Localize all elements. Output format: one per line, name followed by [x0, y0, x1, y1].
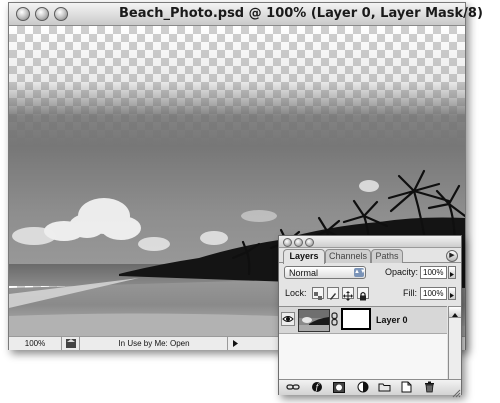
layers-palette: Layers Channels Paths ▶ Normal ▲▼ Opacit… [278, 235, 462, 398]
layer-row[interactable]: Layer 0 [279, 307, 447, 334]
palette-zoom-button[interactable] [305, 238, 314, 247]
minimize-button[interactable] [35, 7, 49, 21]
version-cue-home-icon[interactable] [63, 337, 80, 350]
opacity-label: Opacity: [385, 267, 419, 277]
lock-transparency-icon[interactable] [312, 287, 324, 300]
palette-close-button[interactable] [283, 238, 292, 247]
palette-minimize-button[interactable] [294, 238, 303, 247]
mask-link-icon[interactable] [331, 312, 338, 326]
opacity-field[interactable]: 100% [420, 266, 447, 279]
layer-thumbnail[interactable] [298, 309, 330, 332]
zoom-button[interactable] [54, 7, 68, 21]
layers-bottom-toolbar: f [279, 379, 461, 398]
blend-mode-select[interactable]: Normal ▲▼ [284, 266, 366, 279]
lock-label: Lock: [285, 288, 307, 298]
fill-slider-button[interactable] [448, 287, 456, 300]
layer-mask-thumbnail[interactable] [341, 308, 371, 330]
new-layer-icon[interactable] [399, 381, 414, 393]
fill-field[interactable]: 100% [420, 287, 447, 300]
palette-tabs: Layers Channels Paths ▶ [279, 248, 461, 264]
lock-all-icon[interactable] [357, 287, 369, 301]
adjustment-layer-icon[interactable] [355, 381, 370, 393]
layer-style-icon[interactable]: f [309, 381, 324, 393]
tab-paths[interactable]: Paths [371, 249, 403, 263]
opacity-slider-button[interactable] [448, 266, 456, 279]
select-arrows-icon: ▲▼ [354, 268, 366, 277]
zoom-level-field[interactable]: 100% [9, 337, 62, 350]
trash-icon[interactable] [422, 381, 437, 393]
document-titlebar[interactable]: Beach_Photo.psd @ 100% (Layer 0, Layer M… [9, 3, 483, 26]
scroll-up-arrow[interactable] [449, 307, 461, 318]
document-title: Beach_Photo.psd @ 100% (Layer 0, Layer M… [119, 6, 483, 21]
lock-position-icon[interactable] [342, 287, 354, 301]
tab-channels[interactable]: Channels [325, 249, 371, 263]
tab-layers[interactable]: Layers [283, 249, 325, 264]
status-menu-arrow-icon[interactable] [229, 337, 241, 350]
lock-image-pixels-icon[interactable] [327, 287, 339, 300]
file-status-text: In Use by Me: Open [81, 337, 228, 350]
new-group-icon[interactable] [377, 381, 392, 393]
fill-label: Fill: [403, 288, 417, 298]
palette-titlebar[interactable] [279, 236, 461, 248]
layer-name[interactable]: Layer 0 [376, 307, 408, 333]
layers-scrollbar[interactable] [448, 306, 461, 379]
add-mask-icon[interactable] [331, 381, 346, 393]
layers-list: Layer 0 [279, 306, 447, 379]
palette-menu-icon[interactable]: ▶ [446, 250, 458, 262]
close-button[interactable] [16, 7, 30, 21]
blend-mode-value: Normal [289, 268, 319, 278]
link-layers-icon[interactable] [285, 381, 300, 393]
eye-icon[interactable] [281, 312, 295, 326]
palette-resize-grip-icon[interactable] [451, 385, 461, 398]
